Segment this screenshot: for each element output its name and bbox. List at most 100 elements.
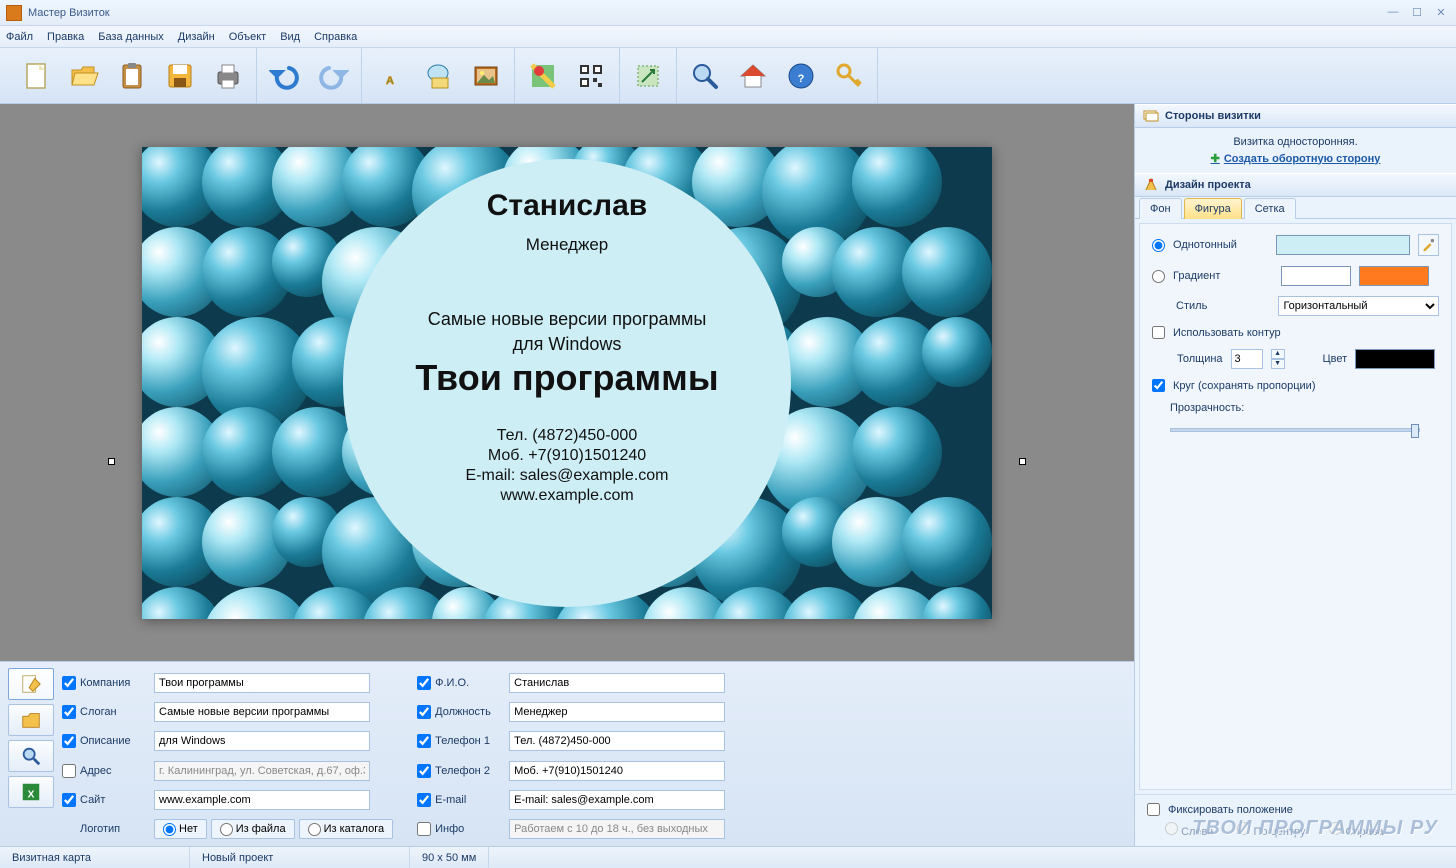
design-header: Дизайн проекта bbox=[1135, 173, 1456, 197]
menu-object[interactable]: Объект bbox=[229, 31, 266, 43]
solid-color-swatch[interactable] bbox=[1276, 235, 1410, 255]
email-input[interactable] bbox=[509, 790, 725, 810]
site-input[interactable] bbox=[154, 790, 370, 810]
gradient-radio[interactable] bbox=[1152, 270, 1165, 283]
company-input[interactable] bbox=[154, 673, 370, 693]
tel1-checkbox[interactable] bbox=[417, 734, 431, 748]
side-tab-edit[interactable] bbox=[8, 668, 54, 700]
outline-color-swatch[interactable] bbox=[1355, 349, 1435, 369]
card-desc: для Windows bbox=[513, 334, 622, 355]
info-label: Инфо bbox=[435, 823, 509, 835]
open-button[interactable] bbox=[62, 54, 106, 98]
menu-db[interactable]: База данных bbox=[98, 31, 164, 43]
info-input bbox=[509, 819, 725, 839]
slogan-label: Слоган bbox=[80, 706, 154, 718]
side-tab-folder[interactable] bbox=[8, 704, 54, 736]
align-left-radio: Слева bbox=[1165, 822, 1213, 838]
email-checkbox[interactable] bbox=[417, 793, 431, 807]
thickness-spinner[interactable]: ▲▼ bbox=[1271, 349, 1285, 369]
handle-right[interactable] bbox=[1019, 458, 1026, 465]
sides-header: Стороны визитки bbox=[1135, 104, 1456, 128]
solid-radio[interactable] bbox=[1152, 239, 1165, 252]
svg-text:?: ? bbox=[798, 73, 805, 85]
tab-shape[interactable]: Фигура bbox=[1184, 198, 1242, 219]
menu-design[interactable]: Дизайн bbox=[178, 31, 215, 43]
menu-edit[interactable]: Правка bbox=[47, 31, 84, 43]
status-doc: Визитная карта bbox=[0, 847, 190, 868]
side-tab-search[interactable] bbox=[8, 740, 54, 772]
pos-input[interactable] bbox=[509, 702, 725, 722]
toolbar: A ? bbox=[0, 48, 1456, 104]
status-size: 90 x 50 мм bbox=[410, 847, 489, 868]
addr-input bbox=[154, 761, 370, 781]
desc-checkbox[interactable] bbox=[62, 734, 76, 748]
tab-bg[interactable]: Фон bbox=[1139, 198, 1182, 219]
card-circle-shape[interactable]: Станислав Менеджер Самые новые версии пр… bbox=[343, 159, 791, 607]
card-company: Твои программы bbox=[415, 357, 718, 399]
slogan-checkbox[interactable] bbox=[62, 705, 76, 719]
pos-checkbox[interactable] bbox=[417, 705, 431, 719]
preview-button[interactable] bbox=[683, 54, 727, 98]
statusbar: Визитная карта Новый проект 90 x 50 мм bbox=[0, 846, 1456, 868]
site-checkbox[interactable] bbox=[62, 793, 76, 807]
opacity-slider[interactable] bbox=[1170, 428, 1420, 432]
thickness-input[interactable] bbox=[1231, 349, 1263, 369]
handle-left[interactable] bbox=[108, 458, 115, 465]
menu-view[interactable]: Вид bbox=[280, 31, 300, 43]
fio-input[interactable] bbox=[509, 673, 725, 693]
text-button[interactable]: A bbox=[368, 54, 412, 98]
circle-lock-label: Круг (сохранять пропорции) bbox=[1173, 380, 1315, 392]
tel1-input[interactable] bbox=[509, 731, 725, 751]
desc-input[interactable] bbox=[154, 731, 370, 751]
print-button[interactable] bbox=[206, 54, 250, 98]
save-button[interactable] bbox=[158, 54, 202, 98]
circle-lock-checkbox[interactable] bbox=[1152, 379, 1165, 392]
menu-help[interactable]: Справка bbox=[314, 31, 357, 43]
business-card[interactable]: Станислав Менеджер Самые новые версии пр… bbox=[142, 147, 992, 619]
pos-label: Должность bbox=[435, 706, 509, 718]
style-select[interactable]: Горизонтальный bbox=[1278, 296, 1439, 316]
eyedropper-button[interactable] bbox=[1418, 234, 1439, 256]
gradient-color1-swatch[interactable] bbox=[1281, 266, 1351, 286]
gradient-color2-swatch[interactable] bbox=[1359, 266, 1429, 286]
tab-grid[interactable]: Сетка bbox=[1244, 198, 1296, 219]
company-checkbox[interactable] bbox=[62, 676, 76, 690]
key-button[interactable] bbox=[827, 54, 871, 98]
help-button[interactable]: ? bbox=[779, 54, 823, 98]
side-tab-excel[interactable]: X bbox=[8, 776, 54, 808]
logo-file-radio[interactable]: Из файла bbox=[211, 819, 295, 839]
logo-catalog-radio[interactable]: Из каталога bbox=[299, 819, 394, 839]
tel2-checkbox[interactable] bbox=[417, 764, 431, 778]
outline-label: Использовать контур bbox=[1173, 327, 1281, 339]
map-button[interactable] bbox=[521, 54, 565, 98]
card-phone: Тел. (4872)450-000 bbox=[497, 427, 637, 445]
align-center-radio: По центру bbox=[1237, 822, 1305, 838]
qr-button[interactable] bbox=[569, 54, 613, 98]
undo-button[interactable] bbox=[263, 54, 307, 98]
resize-image-button[interactable] bbox=[626, 54, 670, 98]
shape-button[interactable] bbox=[416, 54, 460, 98]
home-button[interactable] bbox=[731, 54, 775, 98]
new-button[interactable] bbox=[14, 54, 58, 98]
close-button[interactable]: ✕ bbox=[1432, 6, 1450, 20]
canvas[interactable]: Станислав Менеджер Самые новые версии пр… bbox=[0, 104, 1134, 661]
company-label: Компания bbox=[80, 677, 154, 689]
maximize-button[interactable]: ☐ bbox=[1408, 6, 1426, 20]
solid-label: Однотонный bbox=[1173, 239, 1268, 251]
image-button[interactable] bbox=[464, 54, 508, 98]
fix-pos-checkbox[interactable] bbox=[1147, 803, 1160, 816]
addr-checkbox[interactable] bbox=[62, 764, 76, 778]
menu-file[interactable]: Файл bbox=[6, 31, 33, 43]
minimize-button[interactable]: — bbox=[1384, 6, 1402, 20]
slogan-input[interactable] bbox=[154, 702, 370, 722]
create-back-link[interactable]: ✚Создать оборотную сторону bbox=[1211, 152, 1381, 165]
color-label: Цвет bbox=[1323, 353, 1348, 365]
site-label: Сайт bbox=[80, 794, 154, 806]
svg-text:X: X bbox=[28, 790, 35, 801]
logo-none-radio[interactable]: Нет bbox=[154, 819, 207, 839]
fio-checkbox[interactable] bbox=[417, 676, 431, 690]
outline-checkbox[interactable] bbox=[1152, 326, 1165, 339]
tel2-input[interactable] bbox=[509, 761, 725, 781]
paste-button[interactable] bbox=[110, 54, 154, 98]
info-checkbox[interactable] bbox=[417, 822, 431, 836]
